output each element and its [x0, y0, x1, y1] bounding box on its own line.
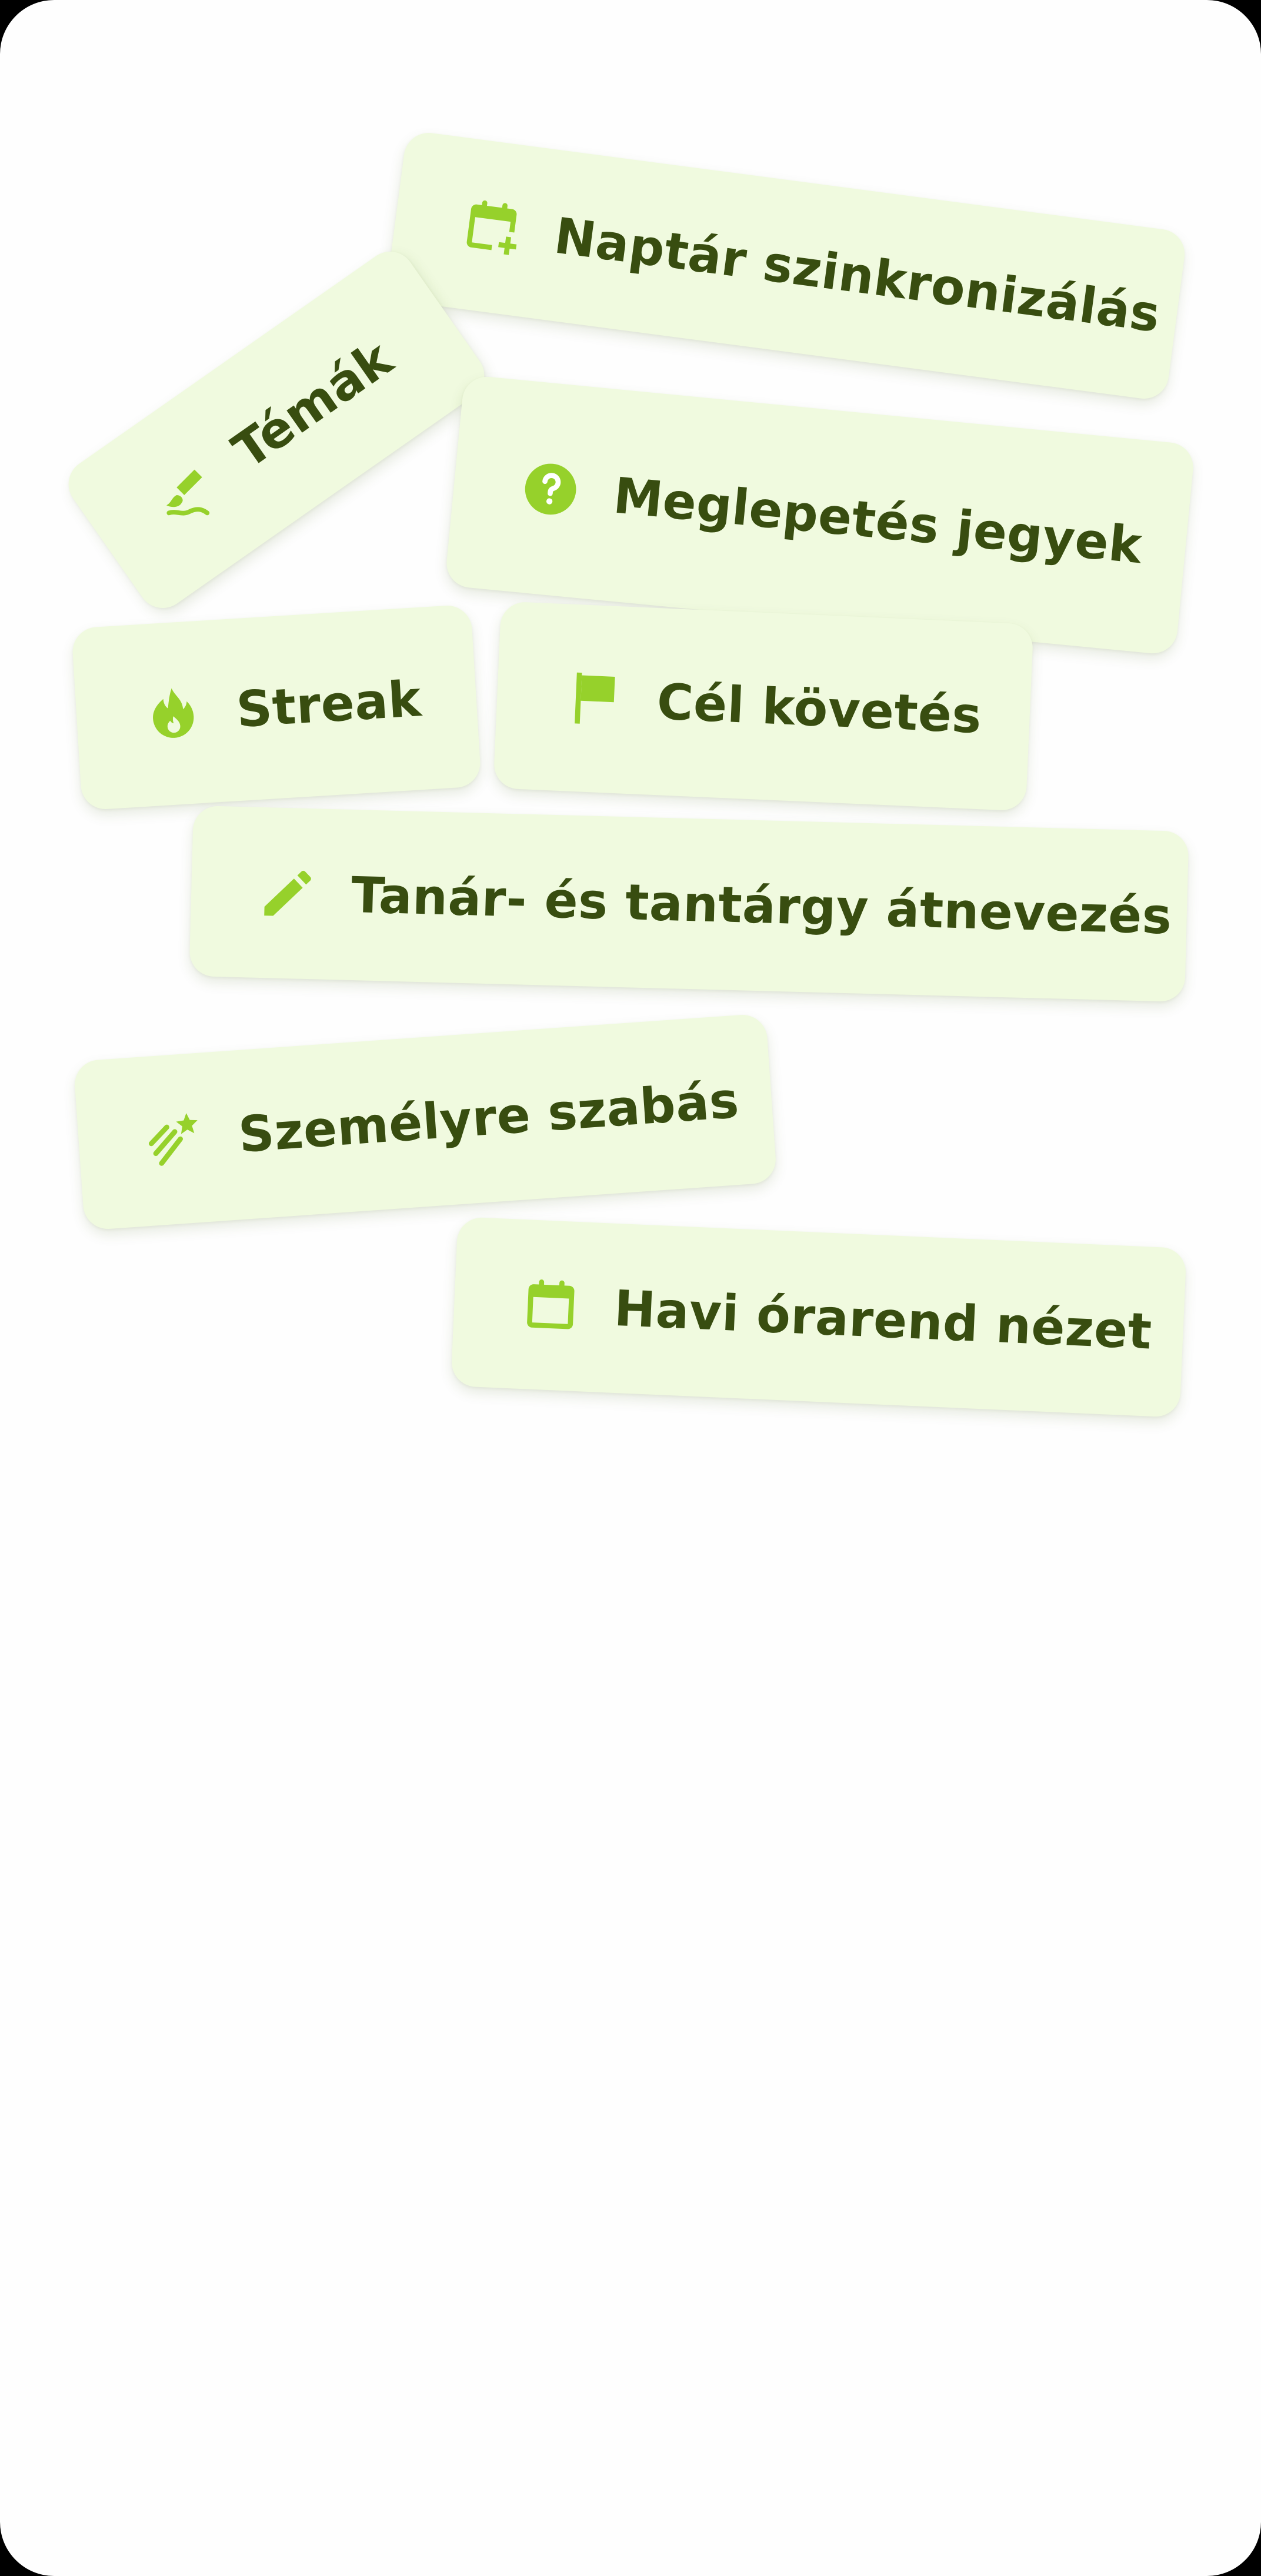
feature-chip-monthly-timetable: Havi órarend nézet — [451, 1217, 1187, 1418]
brush-icon — [166, 469, 210, 516]
feature-label: Havi órarend nézet — [613, 1279, 1153, 1361]
feature-chip-streak: Streak — [71, 604, 482, 811]
feature-chip-themes: Témák — [59, 242, 494, 618]
calendar-icon — [527, 1279, 575, 1329]
calendar-plus-icon — [466, 200, 517, 255]
feature-showcase-screen: Naptár szinkronizálás Témák Meglepetés j… — [0, 0, 1261, 2576]
feature-label: Streak — [235, 670, 423, 739]
flag-icon — [575, 672, 615, 724]
feature-chip-rename: Tanár- és tantárgy átnevezés — [189, 805, 1189, 1003]
feature-label: Cél követés — [656, 673, 983, 745]
flame-icon — [153, 688, 194, 738]
question-circle-icon — [525, 463, 576, 515]
pencil-icon — [264, 870, 311, 916]
feature-label: Témák — [222, 329, 403, 480]
feature-chip-calendar-sync: Naptár szinkronizálás — [385, 129, 1188, 402]
feature-label: Személyre szabás — [236, 1071, 741, 1164]
feature-label: Naptár szinkronizálás — [551, 206, 1164, 344]
feature-label: Tanár- és tantárgy átnevezés — [350, 866, 1173, 945]
feature-chip-goal-tracking: Cél követés — [493, 601, 1034, 811]
feature-chip-personalization: Személyre szabás — [73, 1013, 778, 1231]
shooting-star-icon — [148, 1112, 198, 1166]
feature-label: Meglepetés jegyek — [611, 466, 1145, 575]
